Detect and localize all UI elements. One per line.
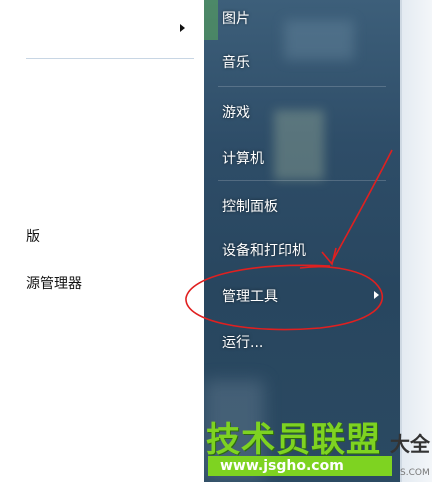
- pointer-arrow-line: [331, 149, 393, 263]
- watermark: 技术员联盟 大全 www.jsgho.com S.COM: [204, 410, 432, 482]
- highlight-ellipse: [185, 264, 384, 331]
- watermark-url: www.jsgho.com: [208, 456, 392, 476]
- watermark-small-text: S.COM: [400, 468, 430, 478]
- watermark-suffix: 大全: [390, 432, 430, 456]
- watermark-title: 技术员联盟: [206, 420, 381, 460]
- pointer-arrow-head: [321, 247, 337, 266]
